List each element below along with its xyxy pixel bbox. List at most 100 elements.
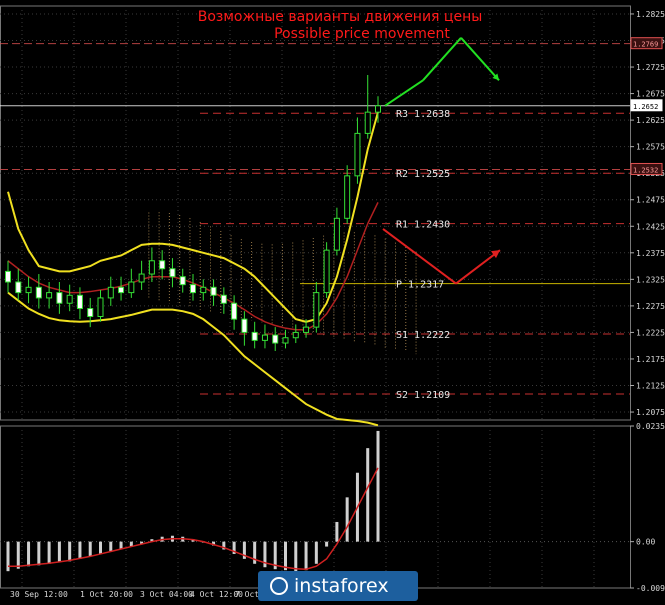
- osc-y-tick-label: -0.00942: [636, 584, 665, 593]
- candle-body: [5, 270, 11, 283]
- candle-body: [97, 297, 104, 317]
- candle-body: [179, 276, 186, 286]
- candle-body: [66, 294, 73, 304]
- candle-body: [169, 268, 176, 278]
- y-tick-label: 1.2575: [636, 143, 665, 152]
- chart-title: Возможные варианты движения цены: [198, 9, 483, 25]
- x-tick-label: 7 Oct: [235, 590, 259, 599]
- pivot-label-r3: R3 1.2638: [396, 109, 450, 120]
- forecast-down-segment: [382, 228, 457, 285]
- forecast-up-arrow-segment: [422, 37, 462, 81]
- x-tick-label: 30 Sep 12:00: [10, 590, 68, 599]
- y-tick-label: 1.2725: [636, 63, 665, 72]
- osc-signal-line: [8, 467, 379, 570]
- osc-y-tick-label: 0.0235: [636, 422, 665, 431]
- price-box-label-1: 1.2652: [633, 103, 658, 111]
- y-tick-label: 1.2675: [636, 90, 665, 99]
- candle-body: [46, 292, 53, 299]
- candle-body: [200, 286, 207, 294]
- x-tick-label: 1 Oct 20:00: [80, 590, 133, 599]
- forecast-down-segment: [455, 249, 501, 285]
- osc-bar: [325, 541, 329, 547]
- y-tick-label: 1.2275: [636, 302, 665, 311]
- y-tick-label: 1.2225: [636, 328, 665, 337]
- candle-body: [231, 302, 238, 320]
- forecast-up-arrow-segment: [460, 37, 500, 81]
- candle-body: [282, 337, 289, 344]
- y-tick-label: 1.2325: [636, 275, 665, 284]
- pivot-label-r2: R2 1.2525: [396, 169, 450, 180]
- candle-body: [159, 260, 166, 270]
- y-tick-label: 1.2075: [636, 408, 665, 417]
- osc-bar: [376, 430, 380, 542]
- osc-bar: [294, 541, 298, 572]
- osc-bar: [88, 541, 92, 557]
- instaforex-logo: instaforex: [258, 571, 418, 601]
- y-tick-label: 1.2375: [636, 249, 665, 258]
- osc-bar: [78, 541, 82, 559]
- candle-body: [354, 132, 361, 177]
- forecast-down-arrow: [382, 228, 501, 285]
- y-tick-label: 1.2175: [636, 355, 665, 364]
- candle-body: [344, 175, 351, 219]
- candle-body: [313, 292, 320, 328]
- candle-body: [128, 281, 135, 294]
- chart-root: 1.28251.27751.27251.26751.26251.25751.25…: [0, 0, 665, 605]
- osc-bar: [109, 541, 113, 552]
- candle-body: [323, 249, 330, 294]
- main-panel-frame: [0, 5, 631, 421]
- y-tick-label: 1.2125: [636, 382, 665, 391]
- x-tick-label: 3 Oct 04:00: [140, 590, 193, 599]
- osc-bar: [366, 448, 370, 542]
- candle-body: [303, 326, 310, 333]
- y-tick-label: 1.2425: [636, 222, 665, 231]
- candle-body: [261, 334, 268, 341]
- candle-body: [364, 111, 371, 134]
- candle-body: [25, 286, 32, 294]
- candle-body: [251, 331, 258, 341]
- osc-bar: [99, 541, 102, 554]
- y-tick-label: 1.2475: [636, 196, 665, 205]
- chart-subtitle: Possible price movement: [274, 26, 450, 42]
- osc-bar: [57, 541, 61, 563]
- candle-body: [375, 105, 381, 113]
- osc-bar: [16, 541, 20, 569]
- candle-body: [15, 281, 22, 294]
- osc-bar: [68, 541, 72, 562]
- pivot-label-p: P 1.2317: [396, 280, 444, 291]
- pivot-label-s2: S2 1.2109: [396, 390, 450, 401]
- y-tick-label: 1.2625: [636, 116, 665, 125]
- candle-body: [292, 331, 299, 339]
- pivot-label-s1: S1 1.2222: [396, 330, 450, 341]
- logo-text: instaforex: [294, 575, 389, 597]
- osc-bar: [284, 541, 287, 571]
- osc-bar: [37, 541, 41, 566]
- candle-body: [107, 286, 114, 299]
- candle-body: [190, 284, 196, 294]
- osc-bar: [345, 497, 349, 542]
- price-box-label-2: 1.2532: [633, 166, 658, 174]
- pivot-label-r1: R1 1.2430: [396, 220, 450, 231]
- osc-y-tick-label: 0.00: [636, 538, 655, 547]
- osc-bar: [304, 541, 308, 571]
- osc-bar: [314, 541, 318, 564]
- candle-body: [87, 308, 94, 317]
- osc-bar: [335, 521, 339, 542]
- candle-body: [210, 286, 217, 296]
- price-box-label-0: 1.2769: [633, 41, 658, 49]
- osc-bar: [27, 541, 31, 567]
- candle-body: [272, 334, 279, 344]
- candle-body: [148, 260, 155, 275]
- candle-body: [138, 273, 145, 283]
- candle-body: [118, 286, 125, 294]
- osc-bar: [119, 541, 123, 550]
- y-tick-label: 1.2825: [636, 10, 665, 19]
- candle-body: [241, 318, 248, 333]
- candle-body: [56, 292, 63, 304]
- chart-svg: 1.28251.27751.27251.26751.26251.25751.25…: [0, 5, 665, 599]
- forecast-up-arrow: [384, 37, 500, 107]
- osc-bar: [47, 541, 51, 564]
- candle-body: [333, 217, 340, 251]
- candle-body: [76, 294, 83, 310]
- candle-body: [35, 286, 42, 299]
